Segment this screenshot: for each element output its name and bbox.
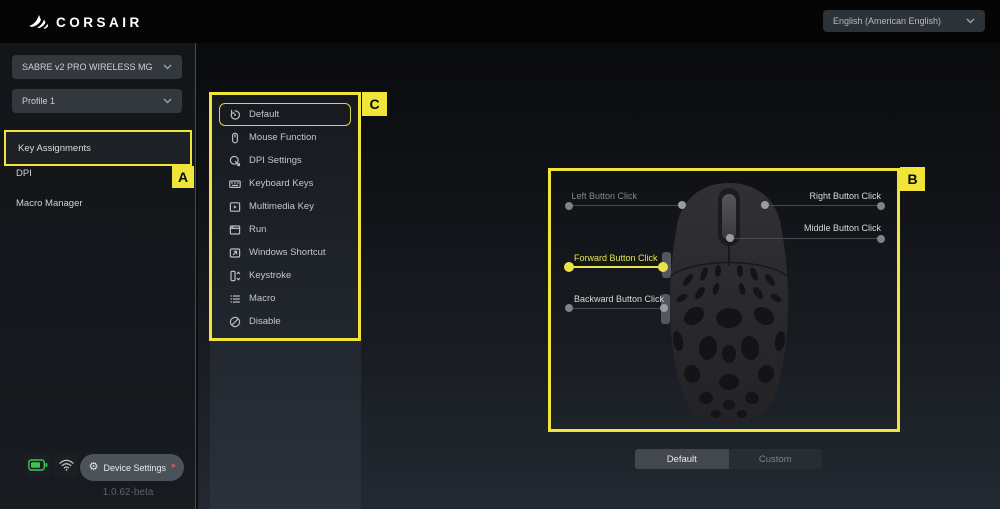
app-window: CORSAIR English (American English) SABRE… bbox=[0, 0, 1000, 509]
menu-item-label: Run bbox=[249, 224, 267, 235]
reset-icon bbox=[228, 108, 241, 121]
keystroke-icon bbox=[228, 269, 241, 282]
menu-item-label: Keyboard Keys bbox=[249, 178, 314, 189]
callout-line-left bbox=[571, 205, 682, 206]
menu-item-macro[interactable]: Macro bbox=[219, 287, 351, 310]
chevron-down-icon bbox=[163, 98, 172, 104]
corsair-sails-icon bbox=[28, 10, 50, 35]
chevron-down-icon bbox=[966, 18, 975, 24]
sidebar-item-key-assignments[interactable]: Key Assignments bbox=[6, 132, 190, 164]
menu-item-label: Multimedia Key bbox=[249, 201, 314, 212]
callout-left-button[interactable]: Left Button Click bbox=[500, 191, 637, 201]
menu-item-multimedia-key[interactable]: Multimedia Key bbox=[219, 195, 351, 218]
assignment-menu-list: Default Mouse Function DPI Settings Keyb… bbox=[212, 103, 358, 333]
version-text: 1.0.62-beta bbox=[102, 487, 154, 498]
mode-toggle: Default Custom bbox=[635, 449, 822, 469]
battery-status-tile bbox=[25, 453, 51, 479]
mode-toggle-default[interactable]: Default bbox=[635, 449, 729, 469]
callout-line-forward bbox=[572, 266, 665, 268]
menu-item-keystroke[interactable]: Keystroke bbox=[219, 264, 351, 287]
menu-item-mouse-function[interactable]: Mouse Function bbox=[219, 126, 351, 149]
menu-item-label: Disable bbox=[249, 316, 281, 327]
mouse-icon bbox=[228, 131, 241, 144]
mode-toggle-custom[interactable]: Custom bbox=[728, 449, 822, 469]
menu-item-windows-shortcut[interactable]: Windows Shortcut bbox=[219, 241, 351, 264]
brand-wordmark: CORSAIR bbox=[56, 15, 143, 30]
profile-dropdown[interactable]: Profile 1 bbox=[12, 89, 182, 113]
disable-icon bbox=[228, 315, 241, 328]
sidebar-item-macro-manager[interactable]: Macro Manager bbox=[0, 198, 196, 209]
device-settings-button[interactable]: ⚙ Device Settings * bbox=[80, 454, 184, 481]
menu-item-run[interactable]: Run bbox=[219, 218, 351, 241]
callout-endpoint-dot bbox=[877, 202, 885, 210]
device-dropdown-value: SABRE v2 PRO WIRELESS MG bbox=[22, 62, 153, 72]
callout-backward-button[interactable]: Backward Button Click bbox=[574, 294, 664, 304]
callout-endpoint-dot bbox=[877, 235, 885, 243]
callout-endpoint-dot-selected bbox=[564, 262, 574, 272]
language-value: English (American English) bbox=[833, 16, 942, 26]
menu-item-label: Windows Shortcut bbox=[249, 247, 326, 258]
dpi-gauge-icon bbox=[228, 154, 241, 167]
menu-item-label: Default bbox=[249, 109, 280, 120]
callout-line-middle bbox=[730, 238, 881, 239]
top-bar: CORSAIR English (American English) bbox=[0, 0, 1000, 43]
sidebar: SABRE v2 PRO WIRELESS MG Profile 1 bbox=[0, 43, 196, 509]
menu-item-disable[interactable]: Disable bbox=[219, 310, 351, 333]
profile-dropdown-value: Profile 1 bbox=[22, 96, 56, 106]
mouse-illustration bbox=[661, 183, 788, 422]
menu-item-label: Mouse Function bbox=[249, 132, 317, 143]
callout-line-right bbox=[765, 205, 881, 206]
callout-middle-button[interactable]: Middle Button Click bbox=[744, 223, 881, 233]
shortcut-arrow-icon bbox=[228, 246, 241, 259]
macro-list-icon bbox=[228, 292, 241, 305]
wifi-icon bbox=[58, 459, 74, 474]
device-dropdown[interactable]: SABRE v2 PRO WIRELESS MG bbox=[12, 55, 182, 79]
callout-endpoint-dot bbox=[565, 202, 573, 210]
annotation-label-b: B bbox=[900, 167, 925, 191]
annotation-label-c: C bbox=[362, 92, 387, 116]
menu-item-dpi-settings[interactable]: DPI Settings bbox=[219, 149, 351, 172]
chevron-down-icon bbox=[163, 64, 172, 70]
alert-asterisk-icon: * bbox=[171, 461, 176, 474]
mouse-left-button-anchor-dot[interactable] bbox=[678, 201, 686, 209]
callout-forward-button[interactable]: Forward Button Click bbox=[574, 253, 658, 263]
language-dropdown[interactable]: English (American English) bbox=[823, 10, 985, 32]
gear-icon: ⚙ bbox=[88, 461, 99, 473]
menu-item-default[interactable]: Default bbox=[219, 103, 351, 126]
corsair-logo: CORSAIR bbox=[28, 10, 143, 35]
menu-item-label: DPI Settings bbox=[249, 155, 302, 166]
menu-item-label: Keystroke bbox=[249, 270, 292, 281]
app-window-icon bbox=[228, 223, 241, 236]
mouse-forward-button-anchor-dot[interactable] bbox=[658, 262, 668, 272]
menu-item-label: Macro bbox=[249, 293, 276, 304]
media-play-icon bbox=[228, 200, 241, 213]
annotation-box-a: Key Assignments bbox=[4, 130, 192, 166]
keyboard-icon bbox=[228, 177, 241, 190]
wireless-status-tile bbox=[54, 453, 78, 479]
mouse-backward-button-anchor-dot[interactable] bbox=[660, 304, 668, 312]
sidebar-item-dpi[interactable]: DPI bbox=[0, 168, 196, 179]
callout-right-button[interactable]: Right Button Click bbox=[744, 191, 881, 201]
annotation-box-c: Default Mouse Function DPI Settings Keyb… bbox=[209, 92, 361, 341]
mouse-right-button-anchor-dot[interactable] bbox=[761, 201, 769, 209]
mouse-middle-button-anchor-dot[interactable] bbox=[726, 234, 734, 242]
callout-endpoint-dot bbox=[565, 304, 573, 312]
callout-line-backward bbox=[570, 308, 667, 309]
device-settings-label: Device Settings bbox=[103, 462, 167, 473]
menu-item-keyboard-keys[interactable]: Keyboard Keys bbox=[219, 172, 351, 195]
battery-icon bbox=[28, 458, 48, 474]
